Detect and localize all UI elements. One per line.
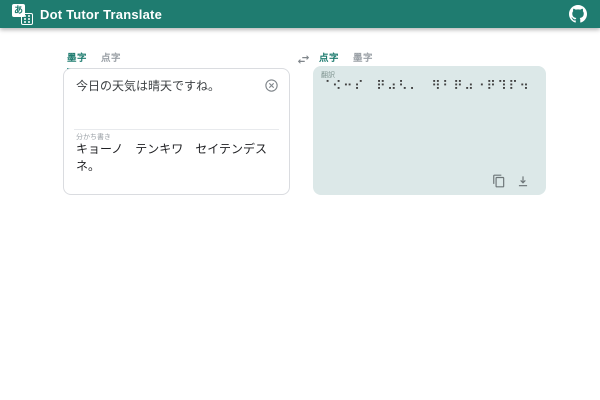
app-header: あ Dot Tutor Translate <box>0 0 600 28</box>
github-link[interactable] <box>568 4 588 24</box>
output-actions <box>491 173 530 188</box>
download-button[interactable] <box>515 173 530 188</box>
segmentation-divider <box>74 129 279 130</box>
input-card: 今日の天気は晴天ですね。 分かち書き キョーノ テンキワ セイテンデスネ。 <box>63 68 290 195</box>
swap-horizontal-icon <box>296 52 311 67</box>
clear-circle-icon <box>264 78 279 93</box>
app-window: あ Dot Tutor Translate 墨字 点字 点字 墨字 今日の天気は… <box>0 0 600 400</box>
braille-output-text: ⠈⠪⠒⠎⠀⠟⠴⠣⠄⠀⠻⠃⠟⠴⠐⠟⠹⠏⠲ <box>321 79 538 96</box>
app-title: Dot Tutor Translate <box>40 7 162 22</box>
app-logo-icon: あ <box>12 4 33 25</box>
download-icon <box>516 174 530 188</box>
tab-input-tenji[interactable]: 点字 <box>101 50 121 70</box>
source-text-input[interactable]: 今日の天気は晴天ですね。 <box>76 78 259 95</box>
github-icon <box>569 5 587 23</box>
output-card: 翻訳 ⠈⠪⠒⠎⠀⠟⠴⠣⠄⠀⠻⠃⠟⠴⠐⠟⠹⠏⠲ <box>313 66 546 195</box>
copy-button[interactable] <box>491 173 506 188</box>
kana-character-icon: あ <box>12 4 25 17</box>
tab-input-sumiji[interactable]: 墨字 <box>67 50 87 70</box>
clear-input-button[interactable] <box>264 78 279 93</box>
segmentation-text: キョーノ テンキワ セイテンデスネ。 <box>76 140 279 174</box>
input-tab-bar: 墨字 点字 <box>67 50 121 70</box>
copy-icon <box>492 174 506 188</box>
swap-direction-button[interactable] <box>295 51 312 68</box>
